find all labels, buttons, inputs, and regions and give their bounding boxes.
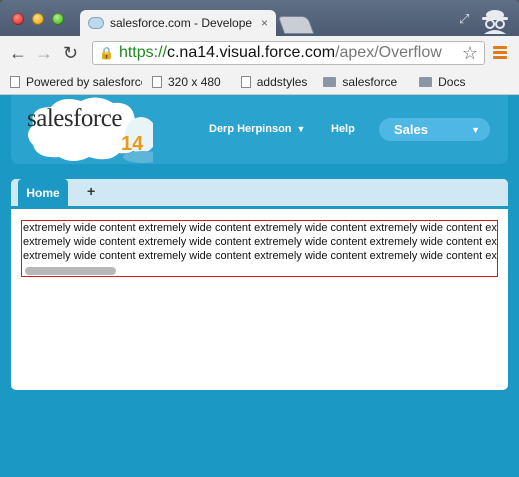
user-name: Derp Herpinson bbox=[209, 123, 292, 135]
browser-toolbar: ← → ↻ 🔒 https:// c.na14.visual.force.com… bbox=[0, 36, 519, 71]
bookmark-label: Powered by salesforce bbox=[26, 75, 142, 89]
content-line: extremely wide content extremely wide co… bbox=[23, 250, 497, 262]
bookmark-folder[interactable]: salesforce bbox=[323, 75, 397, 89]
horizontal-scrollbar[interactable] bbox=[25, 267, 116, 275]
zoom-window-button[interactable] bbox=[52, 13, 64, 25]
compliance-link[interactable]: 508 Compliance bbox=[344, 345, 431, 359]
privacy-link-second-line[interactable]: Statement bbox=[88, 345, 143, 359]
brand-wordmark: salesforce bbox=[27, 105, 122, 132]
separator: | bbox=[257, 345, 261, 359]
bookmark-item[interactable]: 320 x 480 bbox=[152, 75, 221, 89]
bookmark-item[interactable]: addstyles bbox=[240, 75, 308, 89]
back-arrow-icon[interactable]: ← bbox=[9, 43, 27, 64]
chevron-down-icon: ▼ bbox=[296, 124, 306, 134]
browser-window: salesforce.com - Develope × ⤢ ← → ↻ 🔒 ht… bbox=[0, 0, 519, 477]
help-link[interactable]: Help bbox=[331, 123, 355, 135]
close-window-button[interactable] bbox=[12, 13, 24, 25]
chevron-down-icon: ▼ bbox=[471, 124, 480, 135]
bookmark-folder[interactable]: Docs bbox=[419, 75, 465, 89]
copyright-text: Copyright © 2000-2014 salesforce.com, in… bbox=[67, 323, 410, 337]
tab-title: salesforce.com - Develope bbox=[110, 16, 253, 30]
cloud-favicon-icon bbox=[88, 17, 104, 29]
security-statement-link[interactable]: Security Statement bbox=[153, 345, 254, 359]
lock-icon: 🔒 bbox=[99, 46, 114, 60]
forward-arrow-icon[interactable]: → bbox=[35, 43, 53, 64]
menu-icon[interactable] bbox=[493, 46, 507, 61]
tab-close-icon[interactable]: × bbox=[261, 16, 268, 30]
overflow-box[interactable]: extremely wide content extremely wide co… bbox=[21, 220, 498, 277]
incognito-icon bbox=[482, 10, 508, 34]
tab-underline bbox=[11, 206, 508, 209]
fullscreen-icon[interactable]: ⤢ bbox=[459, 11, 469, 27]
bookmark-label: salesforce bbox=[342, 75, 398, 89]
release-badge: 14 bbox=[121, 133, 144, 155]
user-menu[interactable]: Derp Herpinson ▼ bbox=[209, 123, 305, 135]
url-host: c.na14.visual.force.com bbox=[166, 44, 336, 61]
minimize-window-button[interactable] bbox=[32, 13, 44, 25]
new-tab-button[interactable] bbox=[277, 16, 315, 34]
url-scheme: https:// bbox=[118, 44, 167, 61]
bookmark-label: Docs bbox=[438, 75, 466, 89]
browser-tab[interactable]: salesforce.com - Develope × bbox=[80, 10, 276, 36]
separator: | bbox=[146, 345, 150, 359]
folder-icon bbox=[419, 77, 433, 87]
page-icon bbox=[240, 76, 251, 88]
footer: Copyright © 2000-2014 salesforce.com, in… bbox=[0, 319, 519, 363]
privacy-link-first-line[interactable]: Privacy bbox=[413, 323, 452, 337]
all-tabs-plus-icon[interactable]: + bbox=[87, 183, 95, 199]
terms-of-use-link[interactable]: Terms of Use bbox=[264, 345, 335, 359]
bookmark-label: 320 x 480 bbox=[168, 75, 221, 89]
content-line: extremely wide content extremely wide co… bbox=[23, 236, 497, 248]
tab-strip: salesforce.com - Develope × ⤢ bbox=[0, 0, 519, 36]
tab-bar: Home + bbox=[11, 179, 508, 206]
reload-icon[interactable]: ↻ bbox=[63, 43, 78, 64]
page-icon bbox=[10, 76, 20, 88]
url-path: /apex/Overflow bbox=[335, 44, 442, 61]
bookmark-label: addstyles bbox=[256, 75, 308, 89]
folder-icon bbox=[323, 77, 337, 87]
content-line: extremely wide content extremely wide co… bbox=[23, 222, 497, 234]
page-content: salesforce 14 Derp Herpinson ▼ Help Sales… bbox=[0, 95, 519, 477]
app-name: Sales bbox=[394, 122, 428, 137]
address-bar[interactable]: 🔒 https:// c.na14.visual.force.com /apex… bbox=[92, 41, 485, 65]
separator: | bbox=[337, 345, 341, 359]
bookmark-star-icon[interactable]: ☆ bbox=[457, 43, 478, 64]
sf-header: salesforce 14 Derp Herpinson ▼ Help Sales… bbox=[11, 95, 508, 164]
bookmarks-bar: Powered by salesforce 320 x 480 addstyle… bbox=[0, 70, 519, 95]
page-icon bbox=[152, 76, 162, 88]
bookmark-item[interactable]: Powered by salesforce bbox=[10, 75, 142, 89]
wide-content: extremely wide content extremely wide co… bbox=[23, 221, 497, 263]
app-picker[interactable]: Sales ▼ bbox=[379, 118, 490, 141]
tab-home[interactable]: Home bbox=[18, 179, 68, 206]
